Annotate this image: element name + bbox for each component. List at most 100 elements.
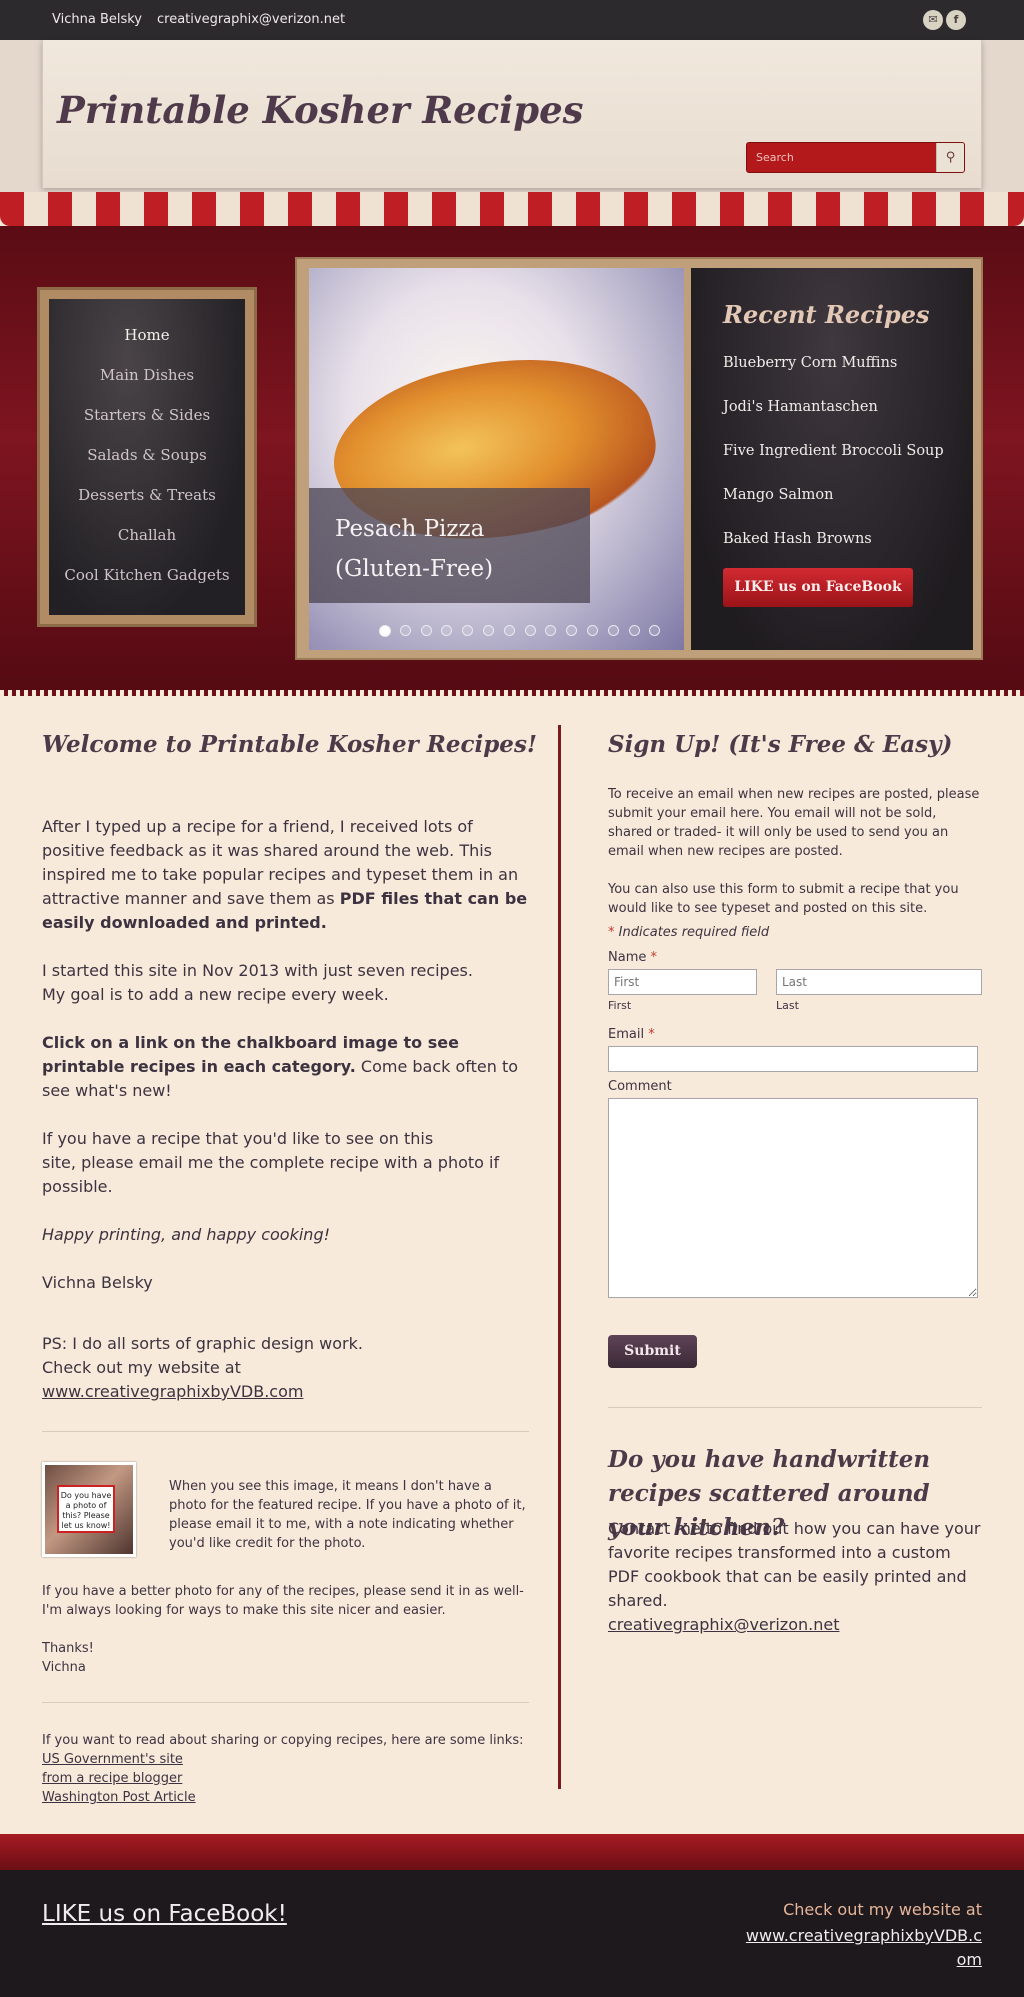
welcome-paragraph-2: I started this site in Nov 2013 with jus…	[42, 959, 529, 1007]
signup-intro: To receive an email when new recipes are…	[608, 787, 980, 859]
footer-website-link[interactable]: www.creativegraphixbyVDB.com	[744, 1924, 982, 1972]
email-field[interactable]	[608, 1046, 978, 1072]
facebook-like-button[interactable]: LIKE us on FaceBook	[723, 568, 913, 607]
email-label: Email *	[608, 1027, 655, 1042]
chalkboard-surface: Home Main Dishes Starters & Sides Salads…	[49, 299, 245, 615]
facebook-icon[interactable]: f	[946, 10, 966, 30]
search-box: ⚲	[746, 142, 965, 173]
slider-dot[interactable]	[399, 625, 411, 636]
footer-website-intro: Check out my website at	[783, 1900, 982, 1919]
slide-caption: Pesach Pizza (Gluten-Free)	[309, 488, 590, 603]
welcome-ps: PS: I do all sorts of graphic design wor…	[42, 1332, 529, 1404]
recent-recipe-link[interactable]: Jodi's Hamantaschen	[723, 399, 878, 415]
last-sub-label: Last	[776, 999, 799, 1012]
chalk-item-main-dishes[interactable]: Main Dishes	[49, 365, 245, 405]
top-bar: Vichna Belsky creativegraphix@verizon.ne…	[0, 0, 1024, 40]
recent-recipe-link[interactable]: Five Ingredient Broccoli Soup	[723, 443, 944, 459]
slider-dot[interactable]	[566, 625, 578, 636]
recipe-blogger-link[interactable]: from a recipe blogger	[42, 1769, 529, 1788]
recent-recipe-link[interactable]: Baked Hash Browns	[723, 531, 872, 547]
site-header: Printable Kosher Recipes ⚲	[0, 40, 1024, 192]
sign-line: Vichna	[42, 1660, 86, 1675]
chalk-item-home[interactable]: Home	[49, 325, 245, 365]
last-name-input[interactable]	[776, 969, 982, 995]
comment-textarea[interactable]	[608, 1098, 978, 1298]
name-label-text: Name	[608, 950, 647, 965]
chalkboard-menu: Home Main Dishes Starters & Sides Salads…	[37, 287, 257, 627]
welcome-text: I started this site in Nov 2013 with jus…	[42, 961, 473, 980]
awning-stripes	[0, 192, 1024, 226]
photo-note: When you see this image, it means I don'…	[169, 1479, 526, 1551]
welcome-text: PS: I do all sorts of graphic design wor…	[42, 1334, 363, 1353]
slider-dot[interactable]	[462, 625, 474, 636]
recent-recipe-link[interactable]: Mango Salmon	[723, 487, 834, 503]
washington-post-link[interactable]: Washington Post Article	[42, 1788, 529, 1807]
recipe-slider: Pesach Pizza (Gluten-Free) Recent Recipe…	[295, 257, 983, 660]
footer-band	[0, 1834, 1024, 1870]
contact-email-link[interactable]: creativegraphix@verizon.net	[608, 1615, 839, 1634]
chalk-item-starters-sides[interactable]: Starters & Sides	[49, 405, 245, 445]
divider	[42, 1431, 529, 1432]
signup-title: Sign Up! (It's Free & Easy)	[608, 731, 953, 758]
chalk-item-salads-soups[interactable]: Salads & Soups	[49, 445, 245, 485]
slider-dot[interactable]	[587, 625, 598, 636]
welcome-title: Welcome to Printable Kosher Recipes!	[42, 731, 537, 758]
welcome-text: Check out my website at	[42, 1358, 241, 1377]
welcome-text: If you have a recipe that you'd like to …	[42, 1129, 434, 1148]
thanks-line: Thanks!	[42, 1641, 94, 1656]
slide-caption-line-2: (Gluten-Free)	[335, 556, 494, 582]
welcome-paragraph-4: If you have a recipe that you'd like to …	[42, 1127, 529, 1199]
divider	[608, 1407, 982, 1408]
site-title[interactable]: Printable Kosher Recipes	[57, 88, 583, 132]
welcome-text: My goal is to add a new recipe every wee…	[42, 985, 389, 1004]
slider-dot[interactable]	[483, 625, 494, 636]
handwritten-text: Contact me to find out how you can have …	[608, 1519, 981, 1610]
required-note: * Indicates required field	[608, 925, 769, 940]
welcome-closing: Happy printing, and happy cooking!	[42, 1225, 331, 1244]
chalk-item-kitchen-gadgets[interactable]: Cool Kitchen Gadgets	[49, 565, 245, 605]
sharing-links: If you want to read about sharing or cop…	[42, 1731, 529, 1807]
no-photo-thumbnail: Do you have a photo of this? Please let …	[42, 1462, 136, 1557]
slide-photo[interactable]: Pesach Pizza (Gluten-Free)	[309, 268, 684, 650]
email-label-text: Email	[608, 1027, 645, 1042]
website-link[interactable]: www.creativegraphixbyVDB.com	[42, 1382, 303, 1401]
email-icon[interactable]: ✉	[923, 10, 943, 30]
required-note-text: Indicates required field	[618, 925, 770, 940]
slider-dot[interactable]	[649, 625, 661, 636]
footer-facebook-link[interactable]: LIKE us on FaceBook!	[42, 1901, 287, 1927]
slider-dot[interactable]	[607, 625, 619, 636]
first-name-input[interactable]	[608, 969, 757, 995]
slider-dot[interactable]	[379, 625, 391, 637]
first-sub-label: First	[608, 999, 632, 1012]
chalk-item-challah[interactable]: Challah	[49, 525, 245, 565]
slider-dot[interactable]	[628, 625, 640, 636]
slider-dot[interactable]	[545, 625, 557, 636]
site-footer: LIKE us on FaceBook! Check out my websit…	[0, 1870, 1024, 1997]
slider-dot[interactable]	[420, 625, 432, 636]
search-icon[interactable]: ⚲	[936, 143, 964, 172]
welcome-paragraph-1: After I typed up a recipe for a friend, …	[42, 815, 529, 935]
recent-recipes-title: Recent Recipes	[723, 300, 930, 329]
better-photo-note: If you have a better photo for any of th…	[42, 1584, 524, 1618]
slider-pager	[379, 625, 669, 639]
submit-button[interactable]: Submit	[608, 1335, 697, 1368]
slide-caption-line-1: Pesach Pizza	[335, 516, 485, 542]
chalk-item-desserts-treats[interactable]: Desserts & Treats	[49, 485, 245, 525]
divider	[42, 1702, 529, 1703]
owner-email[interactable]: creativegraphix@verizon.net	[157, 12, 345, 27]
welcome-paragraph-3: Click on a link on the chalkboard image …	[42, 1031, 529, 1103]
slider-dot[interactable]	[524, 625, 536, 636]
no-photo-card: Do you have a photo of this? Please let …	[57, 1485, 115, 1533]
welcome-text: site, please email me the complete recip…	[42, 1153, 500, 1196]
thanks-text: Thanks! Vichna	[42, 1639, 94, 1677]
us-government-link[interactable]: US Government's site	[42, 1750, 529, 1769]
column-divider	[558, 725, 561, 1789]
handwritten-body: Contact me to find out how you can have …	[608, 1517, 982, 1637]
slider-dot[interactable]	[441, 625, 453, 636]
recent-recipe-link[interactable]: Blueberry Corn Muffins	[723, 355, 897, 371]
search-input[interactable]	[747, 143, 936, 172]
welcome-signature: Vichna Belsky	[42, 1273, 153, 1292]
slider-dot[interactable]	[503, 625, 515, 636]
required-asterisk: *	[608, 925, 615, 940]
recent-recipes-panel: Recent Recipes Blueberry Corn Muffins Jo…	[691, 268, 973, 650]
